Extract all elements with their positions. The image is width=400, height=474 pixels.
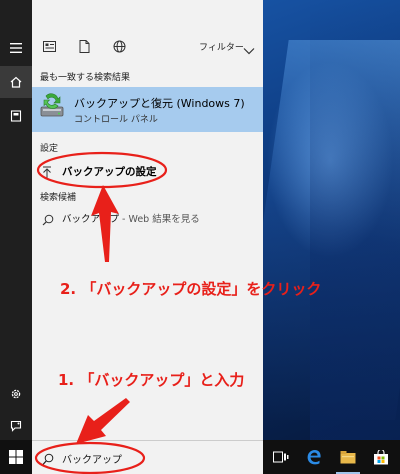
web-suggestion-text: バックアップ - Web 結果を見る [62,211,200,225]
edge-icon[interactable] [306,449,322,465]
web-suggestion-suffix: - Web 結果を見る [119,214,200,225]
best-match-subtitle: コントロール パネル [74,115,158,125]
globe-icon[interactable] [112,39,126,53]
upload-arrow-icon [42,164,52,183]
home-button[interactable] [0,66,32,98]
feedback-icon [10,420,22,432]
hamburger-icon [10,43,22,53]
documents-icon[interactable] [42,39,56,53]
settings-button[interactable] [0,378,32,410]
web-suggestion-query: バックアップ [62,214,120,225]
step1-annotation: 1. 「バックアップ」と入力 [58,371,245,389]
chevron-down-icon[interactable] [243,40,255,59]
home-icon [10,76,22,88]
task-view-icon[interactable] [273,449,289,465]
notebook-button[interactable] [0,100,32,132]
file-explorer-icon[interactable] [340,449,356,465]
taskbar-search-box[interactable]: バックアップ [32,440,263,474]
search-icon [42,451,54,470]
wallpaper-shade [310,0,400,440]
notebook-icon [10,110,22,122]
step2-annotation: 2. 「バックアップの設定」をクリック [60,280,322,298]
file-icon[interactable] [77,39,91,53]
best-match-title: バックアップと復元 (Windows 7) [74,97,245,110]
filter-bar: フィルター [32,32,263,60]
start-button[interactable] [0,440,32,474]
web-suggestions-header: 検索候補 [40,193,77,203]
backup-settings-label: バックアップの設定 [62,166,157,178]
filter-dropdown-label[interactable]: フィルター [199,40,244,53]
taskbar: バックアップ [0,440,400,474]
gear-icon [11,389,21,399]
store-icon[interactable] [373,449,389,465]
search-icon [42,211,54,230]
start-menu-rail [0,0,32,440]
settings-header: 設定 [40,144,59,154]
best-match-result[interactable]: バックアップと復元 (Windows 7) コントロール パネル [32,87,263,132]
web-search-suggestion[interactable]: バックアップ - Web 結果を見る [32,206,263,228]
hamburger-menu-button[interactable] [0,32,32,64]
backup-restore-icon [38,93,66,121]
best-match-header: 最も一致する検索結果 [40,73,131,83]
search-input[interactable]: バックアップ [62,451,122,466]
feedback-button[interactable] [0,410,32,442]
backup-settings-item[interactable]: バックアップの設定 [32,158,263,184]
windows-logo-icon [9,450,23,464]
